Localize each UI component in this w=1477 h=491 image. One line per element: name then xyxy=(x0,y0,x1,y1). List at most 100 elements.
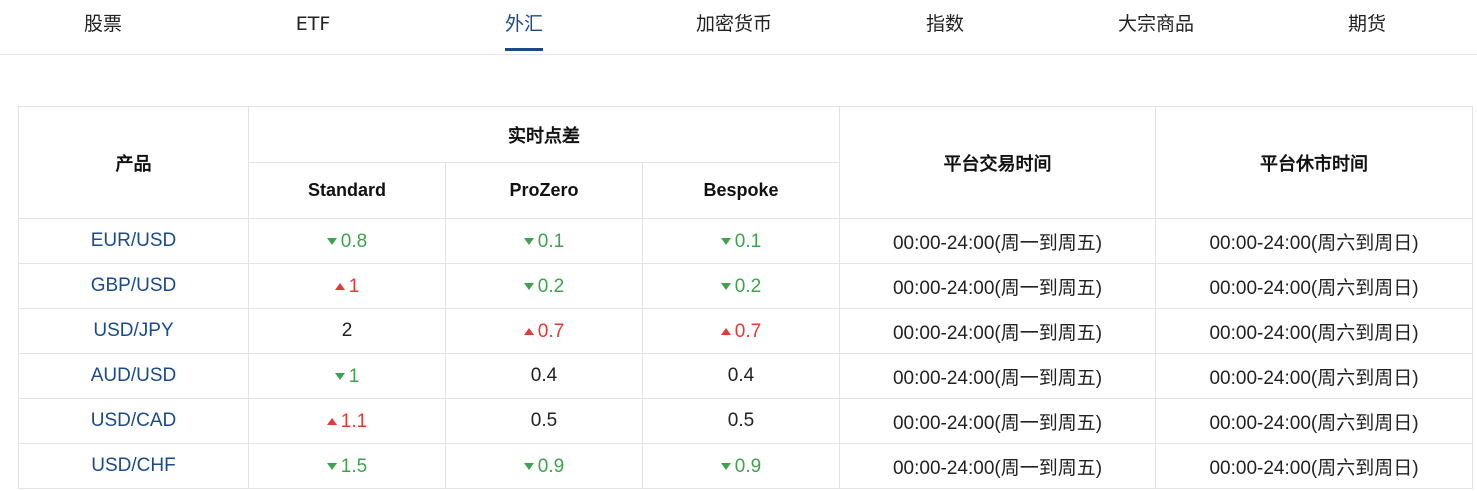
spread-cell-bespoke: 0.1 xyxy=(641,218,841,264)
header-closed-hours: 平台休市时间 xyxy=(1155,106,1474,219)
spread-value-wrap: 0.9 xyxy=(523,455,565,478)
header-standard: Standard xyxy=(248,162,446,219)
table-row: EUR/USD 0.8 0.1 0.1 00:00-24:00(周一到周五) 00:00-… xyxy=(18,218,1474,264)
spread-cell-bespoke: 0.2 xyxy=(641,263,841,309)
spread-value-wrap: 0.1 xyxy=(720,230,762,253)
spread-cell-prozero: 0.4 xyxy=(445,353,643,399)
tab-futures[interactable]: 期货 xyxy=(1348,0,1386,55)
spread-value: 0.9 xyxy=(734,455,762,477)
spread-value: 0.4 xyxy=(727,365,755,386)
product-symbol[interactable]: USD/CHF xyxy=(18,443,249,489)
trading-hours-cell: 00:00-24:00(周一到周五) xyxy=(839,443,1157,489)
table-row: USD/JPY 2 0.7 0.7 00:00-24:00(周一到周五) 00:00-24… xyxy=(18,308,1474,354)
tab-stocks[interactable]: 股票 xyxy=(84,0,122,55)
header-product: 产品 xyxy=(18,106,249,219)
spread-value: 0.1 xyxy=(537,230,565,252)
down-arrow-icon xyxy=(523,283,534,291)
down-arrow-icon xyxy=(720,283,731,291)
down-arrow-icon xyxy=(720,238,731,246)
spread-value-wrap: 0.5 xyxy=(531,410,557,432)
tab-commodities[interactable]: 大宗商品 xyxy=(1118,0,1194,55)
spread-value-wrap: 0.5 xyxy=(728,410,754,432)
spread-value-wrap: 1.5 xyxy=(326,456,367,478)
spread-value-wrap: 0.7 xyxy=(523,320,565,343)
spread-cell-prozero: 0.7 xyxy=(445,308,643,354)
trading-hours-cell: 00:00-24:00(周一到周五) xyxy=(839,398,1157,444)
table-row: USD/CHF 1.5 0.9 0.9 00:00-24:00(周一到周五) 00:00-… xyxy=(18,443,1474,489)
product-symbol[interactable]: GBP/USD xyxy=(18,263,249,309)
spread-cell-standard: 1 xyxy=(248,353,446,399)
closed-hours-cell: 00:00-24:00(周六到周日) xyxy=(1155,398,1474,444)
down-arrow-icon xyxy=(326,238,337,246)
spread-value-wrap: 0.9 xyxy=(720,455,762,478)
spread-cell-prozero: 0.1 xyxy=(445,218,643,264)
spread-cell-prozero: 0.5 xyxy=(445,398,643,444)
spread-cell-bespoke: 0.4 xyxy=(641,353,841,399)
spread-value: 2 xyxy=(341,320,353,341)
down-arrow-icon xyxy=(720,463,731,471)
spread-value: 0.5 xyxy=(727,410,755,431)
closed-hours-cell: 00:00-24:00(周六到周日) xyxy=(1155,263,1474,309)
product-symbol[interactable]: AUD/USD xyxy=(18,353,249,399)
spread-value: 0.2 xyxy=(537,275,565,297)
table-row: AUD/USD 1 0.4 0.4 00:00-24:00(周一到周五) 00:00-24… xyxy=(18,353,1474,399)
down-arrow-icon xyxy=(326,463,337,471)
tab-etf[interactable]: ETF xyxy=(296,0,331,55)
trading-hours-cell: 00:00-24:00(周一到周五) xyxy=(839,263,1157,309)
tab-crypto[interactable]: 加密货币 xyxy=(696,0,772,55)
spread-value: 0.7 xyxy=(734,320,762,342)
spread-cell-prozero: 0.2 xyxy=(445,263,643,309)
spread-cell-bespoke: 0.5 xyxy=(641,398,841,444)
spread-value: 1.1 xyxy=(340,410,368,432)
product-symbol[interactable]: USD/CAD xyxy=(18,398,249,444)
up-arrow-icon xyxy=(334,283,345,291)
table-row: USD/CAD 1.1 0.5 0.5 00:00-24:00(周一到周五) 00:00-… xyxy=(18,398,1474,444)
spread-cell-standard: 1.5 xyxy=(248,443,446,489)
spread-value: 0.1 xyxy=(734,230,762,252)
header-bespoke: Bespoke xyxy=(641,162,841,219)
spread-cell-prozero: 0.9 xyxy=(445,443,643,489)
down-arrow-icon xyxy=(523,463,534,471)
spread-value-wrap: 0.4 xyxy=(728,365,754,387)
spread-value-wrap: 1 xyxy=(334,365,360,388)
spread-value-wrap: 1 xyxy=(334,275,360,298)
spread-value: 0.9 xyxy=(537,455,565,477)
product-symbol[interactable]: EUR/USD xyxy=(18,218,249,264)
spread-value: 1 xyxy=(348,275,360,297)
spread-value: 0.2 xyxy=(734,275,762,297)
up-arrow-icon xyxy=(326,418,337,426)
tab-forex[interactable]: 外汇 xyxy=(504,0,544,55)
header-trading-hours: 平台交易时间 xyxy=(839,106,1157,219)
up-arrow-icon xyxy=(720,328,731,336)
header-spread-group: 实时点差 xyxy=(247,106,841,163)
spread-cell-bespoke: 0.9 xyxy=(641,443,841,489)
down-arrow-icon xyxy=(523,238,534,246)
spread-value: 0.4 xyxy=(530,365,558,386)
down-arrow-icon xyxy=(334,373,345,381)
spread-value: 0.5 xyxy=(530,410,558,431)
closed-hours-cell: 00:00-24:00(周六到周日) xyxy=(1155,218,1474,264)
closed-hours-cell: 00:00-24:00(周六到周日) xyxy=(1155,308,1474,354)
spread-cell-standard: 1 xyxy=(248,263,446,309)
spread-value: 0.7 xyxy=(537,320,565,342)
spread-value-wrap: 0.7 xyxy=(720,320,762,343)
up-arrow-icon xyxy=(523,328,534,336)
spread-value-wrap: 0.1 xyxy=(523,230,565,253)
closed-hours-cell: 00:00-24:00(周六到周日) xyxy=(1155,443,1474,489)
header-prozero: ProZero xyxy=(445,162,643,219)
spread-value: 1 xyxy=(348,365,360,387)
spread-value-wrap: 0.2 xyxy=(720,275,762,298)
spread-value-wrap: 0.4 xyxy=(531,365,557,387)
trading-hours-cell: 00:00-24:00(周一到周五) xyxy=(839,308,1157,354)
spread-value: 0.8 xyxy=(340,230,368,252)
product-symbol[interactable]: USD/JPY xyxy=(18,308,249,354)
spread-value-wrap: 1.1 xyxy=(326,410,368,433)
spread-cell-standard: 2 xyxy=(248,308,446,354)
table-row: GBP/USD 1 0.2 0.2 00:00-24:00(周一到周五) 00:00-24… xyxy=(18,263,1474,309)
spread-table: 产品 实时点差 平台交易时间 平台休市时间 Standard ProZero B… xyxy=(18,106,1474,489)
trading-hours-cell: 00:00-24:00(周一到周五) xyxy=(839,353,1157,399)
tab-indices[interactable]: 指数 xyxy=(926,0,964,55)
spread-value-wrap: 2 xyxy=(342,320,353,342)
spread-cell-bespoke: 0.7 xyxy=(641,308,841,354)
spread-cell-standard: 1.1 xyxy=(248,398,446,444)
